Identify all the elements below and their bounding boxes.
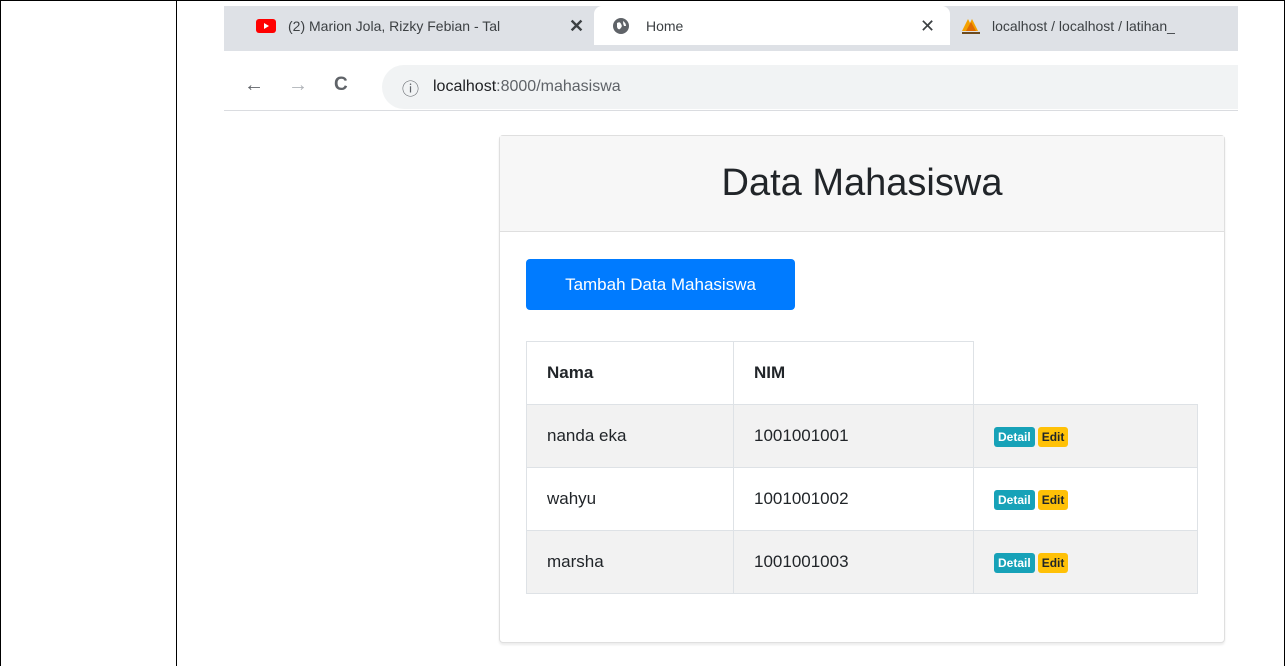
forward-arrow-icon[interactable]: → [288,75,308,95]
cell-nama: nanda eka [526,404,734,468]
tab-phpmyadmin[interactable]: localhost / localhost / latihan_ [960,6,1238,45]
detail-button[interactable]: Detail [994,552,1035,573]
tab-home-label: Home [646,17,684,34]
tab-home-close-icon[interactable]: ✕ [920,17,935,35]
url-host: localhost [433,78,497,95]
youtube-icon [256,18,276,33]
tab-youtube-label: (2) Marion Jola, Rizky Febian - Tal [288,17,501,34]
cell-actions: Detail Edit [973,467,1198,531]
mahasiswa-card: Data Mahasiswa Tambah Data Mahasiswa Nam… [499,135,1225,643]
site-info-icon[interactable]: ⓘ [402,75,419,100]
detail-button[interactable]: Detail [994,426,1035,447]
tab-home[interactable]: Home ✕ [594,6,950,45]
column-header-actions [973,341,1198,405]
doc-border-divider [176,0,177,666]
tab-phpmyadmin-label: localhost / localhost / latihan_ [992,17,1175,34]
card-header: Data Mahasiswa [500,136,1224,232]
cell-nim: 1001001001 [733,404,974,468]
cell-actions: Detail Edit [973,404,1198,468]
url-path: :8000/mahasiswa [496,78,621,95]
cell-nama: marsha [526,530,734,594]
column-header-nim: NIM [733,341,974,405]
table-row: marsha 1001001003 Detail Edit [526,530,1198,594]
detail-button[interactable]: Detail [994,489,1035,510]
doc-border-top [0,0,1285,1]
cell-nim: 1001001002 [733,467,974,531]
edit-button[interactable]: Edit [1037,489,1069,510]
reload-icon[interactable]: C [334,75,348,94]
mahasiswa-table: Nama NIM nanda eka 1001001001 Detail Edit… [526,341,1198,594]
table-row: wahyu 1001001002 Detail Edit [526,467,1198,531]
cell-actions: Detail Edit [973,530,1198,594]
cell-nim: 1001001003 [733,530,974,594]
table-row: nanda eka 1001001001 Detail Edit [526,404,1198,468]
page-title: Data Mahasiswa [721,162,1003,204]
address-bar[interactable]: ⓘ localhost:8000/mahasiswa [382,65,1238,109]
edit-button[interactable]: Edit [1037,552,1069,573]
cell-nama: wahyu [526,467,734,531]
doc-border-left [0,0,1,666]
globe-icon [613,17,629,34]
back-arrow-icon[interactable]: ← [244,75,264,95]
add-mahasiswa-button[interactable]: Tambah Data Mahasiswa [526,259,795,310]
column-header-nama: Nama [526,341,734,405]
table-header-row: Nama NIM [526,341,1198,405]
tab-youtube-close-icon[interactable]: ✕ [569,17,584,35]
phpmyadmin-icon [962,18,980,34]
tab-youtube[interactable]: (2) Marion Jola, Rizky Febian - Tal ✕ [256,6,586,45]
edit-button[interactable]: Edit [1037,426,1069,447]
